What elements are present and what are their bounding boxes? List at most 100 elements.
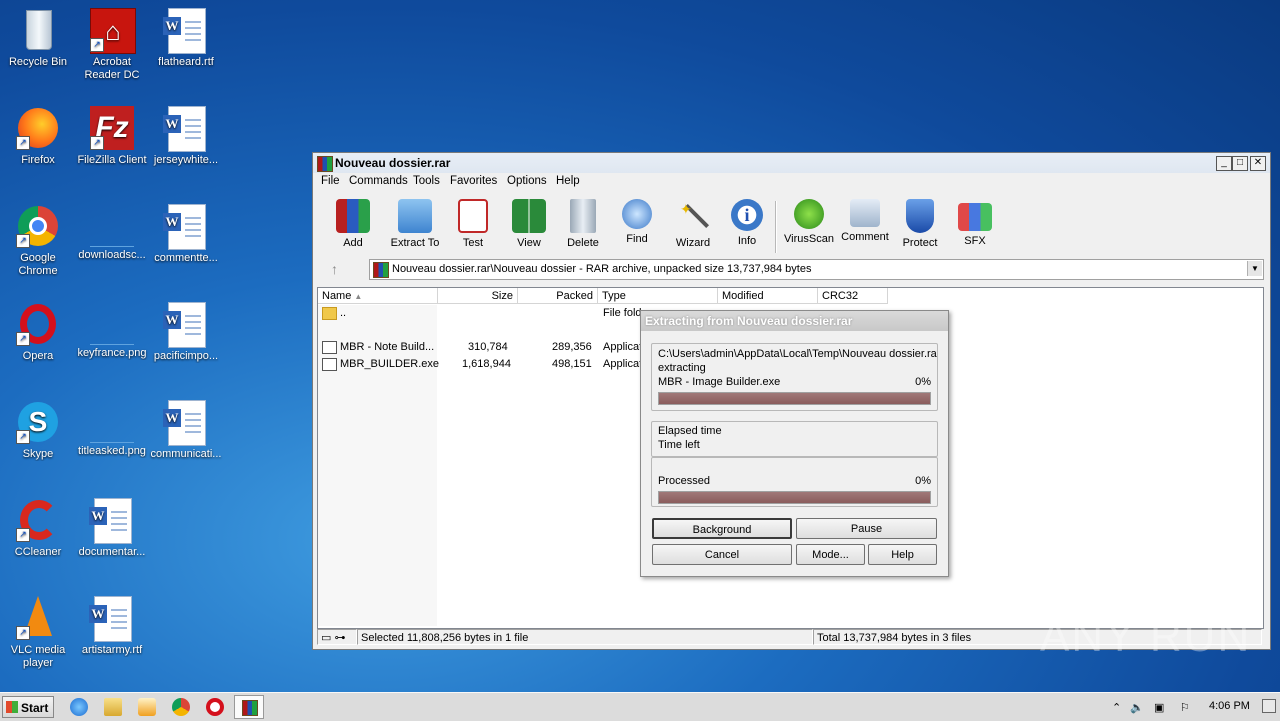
opera-icon: ↗ [16,302,60,346]
info-label: Info [737,235,757,247]
desktop-icon-chrome[interactable]: ↗ Google Chrome [0,204,76,278]
extract-filename: MBR - Image Builder.exe [658,376,781,388]
view-button[interactable]: View [501,197,557,249]
desktop-icon-png-downloads[interactable]: downloadsc... [74,204,150,262]
chevron-down-icon[interactable]: ▼ [1247,261,1262,276]
wizard-button[interactable]: ✦ Wizard [665,197,721,249]
path-combo[interactable]: Nouveau dossier.rar\Nouveau dossier - RA… [369,259,1264,280]
desktop-icon-label: flatheard.rtf [158,56,214,68]
test-button[interactable]: Test [445,197,501,249]
column-header-packed[interactable]: Packed [518,288,598,304]
word-doc-icon: W [163,204,208,250]
start-label: Start [21,701,49,715]
desktop-icon-documentar[interactable]: W documentar... [74,498,150,559]
delete-button[interactable]: Delete [555,197,611,249]
status-selected: Selected 11,808,256 bytes in 1 file [357,629,813,645]
column-header-name[interactable]: Name ▲ [318,288,438,304]
menu-commands[interactable]: Commands [349,175,408,187]
winrar-taskbar-button[interactable] [234,695,264,719]
desktop-icon-png-titleasked[interactable]: titleasked.png [74,400,150,458]
chrome-taskbar-icon[interactable] [172,698,190,716]
drive-icon[interactable]: ▭ ⊶ [317,629,357,645]
column-header-size[interactable]: Size [438,288,518,304]
acrobat-icon: ⌂ ↗ [90,8,136,54]
menu-favorites[interactable]: Favorites [450,175,497,187]
time-group: Elapsed time Time left [651,421,938,457]
help-button[interactable]: Help [868,544,937,565]
virusscan-button[interactable]: VirusScan [780,197,838,245]
desktop-icon-png-keyfrance[interactable]: keyfrance.png [74,302,150,360]
background-button[interactable]: Background [652,518,792,539]
taskbar: Start ⌃ 🔈 ▣ ⚐ 4:06 PM [0,692,1280,721]
desktop-icon-label: downloadsc... [78,249,146,261]
desktop-icon-flatheard[interactable]: W flatheard.rtf [148,8,224,69]
menu-tools[interactable]: Tools [413,175,440,187]
word-doc-icon: W [163,106,208,152]
dialog-title[interactable]: Extracting from Nouveau dossier.rar [641,311,948,331]
clock[interactable]: 4:06 PM [1209,700,1250,712]
desktop-icon-jerseywhite[interactable]: W jerseywhite... [148,106,224,167]
column-label: Name [322,290,352,302]
desktop-icon-commentte[interactable]: W commentte... [148,204,224,265]
close-button[interactable]: ✕ [1250,156,1266,171]
row-packed: 289,356 [552,341,592,353]
minimize-button[interactable]: _ [1216,156,1232,171]
desktop-icon-filezilla[interactable]: Fz ↗ FileZilla Client [74,106,150,167]
info-button[interactable]: i Info [719,197,775,247]
desktop-icon-acrobat[interactable]: ⌂ ↗ Acrobat Reader DC [74,8,150,82]
desktop-icon-firefox[interactable]: ↗ Firefox [0,106,76,167]
file-percent: 0% [915,376,931,388]
start-button[interactable]: Start [2,696,54,718]
network-icon[interactable]: ▣ [1154,701,1164,714]
menu-file[interactable]: File [321,175,340,187]
action-center-flag-icon[interactable]: ⚐ [1180,701,1190,714]
mode-button[interactable]: Mode... [796,544,865,565]
menu-options[interactable]: Options [507,175,547,187]
column-header-modified[interactable]: Modified [718,288,818,304]
sfx-button[interactable]: SFX [947,197,1003,247]
table-row[interactable]: MBR - Note Build... 310,784 289,356 Appl… [318,339,658,355]
title-bar[interactable]: Nouveau dossier.rar _ □ ✕ [313,153,1270,173]
opera-taskbar-icon[interactable] [206,698,224,716]
row-type: Applicat [603,341,643,353]
media-player-icon[interactable] [138,698,156,716]
menu-help[interactable]: Help [556,175,580,187]
desktop-icon-artistarmy[interactable]: W artistarmy.rtf [74,596,150,657]
add-button[interactable]: Add [325,197,381,249]
desktop-icon-vlc[interactable]: ↗ VLC media player [0,596,76,670]
desktop-icon-communicati[interactable]: W communicati... [148,400,224,461]
desktop-icon-opera[interactable]: ↗ Opera [0,302,76,363]
extract-to-label: Extract To [390,237,440,249]
desktop-icon-label: communicati... [150,448,222,460]
row-name: MBR - Note Build... [340,341,435,353]
desktop-icon-pacificimpo[interactable]: W pacificimpo... [148,302,224,363]
info-icon: i [731,199,763,231]
up-folder-icon[interactable]: ↑ [331,261,338,277]
speaker-icon[interactable]: 🔈 [1130,701,1144,714]
exe-file-icon [322,358,337,371]
cancel-button[interactable]: Cancel [652,544,792,565]
desktop-icon-ccleaner[interactable]: ↗ CCleaner [0,498,76,559]
table-row[interactable]: .. File fold [318,305,658,321]
maximize-button[interactable]: □ [1232,156,1248,171]
file-explorer-icon[interactable] [104,698,122,716]
column-header-type[interactable]: Type [598,288,718,304]
comment-button[interactable]: Comment [837,197,893,243]
show-hidden-icons[interactable]: ⌃ [1112,701,1121,714]
find-button[interactable]: Find [609,197,665,245]
protect-button[interactable]: Protect [892,197,948,249]
column-header-crc32[interactable]: CRC32 [818,288,888,304]
desktop-icon-label: keyfrance.png [77,347,147,359]
test-label: Test [462,237,484,249]
desktop-icon-skype[interactable]: S ↗ Skype [0,400,76,461]
pause-button[interactable]: Pause [796,518,937,539]
filezilla-icon: Fz ↗ [90,106,134,150]
row-type: Applicat [603,358,643,370]
desktop-icon-recycle-bin[interactable]: Recycle Bin [0,8,76,69]
show-desktop-icon[interactable] [1262,699,1276,713]
word-doc-icon: W [89,596,134,642]
magic-wand-icon: ✦ [676,199,710,233]
internet-explorer-icon[interactable] [70,698,88,716]
table-row[interactable]: MBR_BUILDER.exe 1,618,944 498,151 Applic… [318,356,658,372]
extract-to-button[interactable]: Extract To [383,197,447,249]
